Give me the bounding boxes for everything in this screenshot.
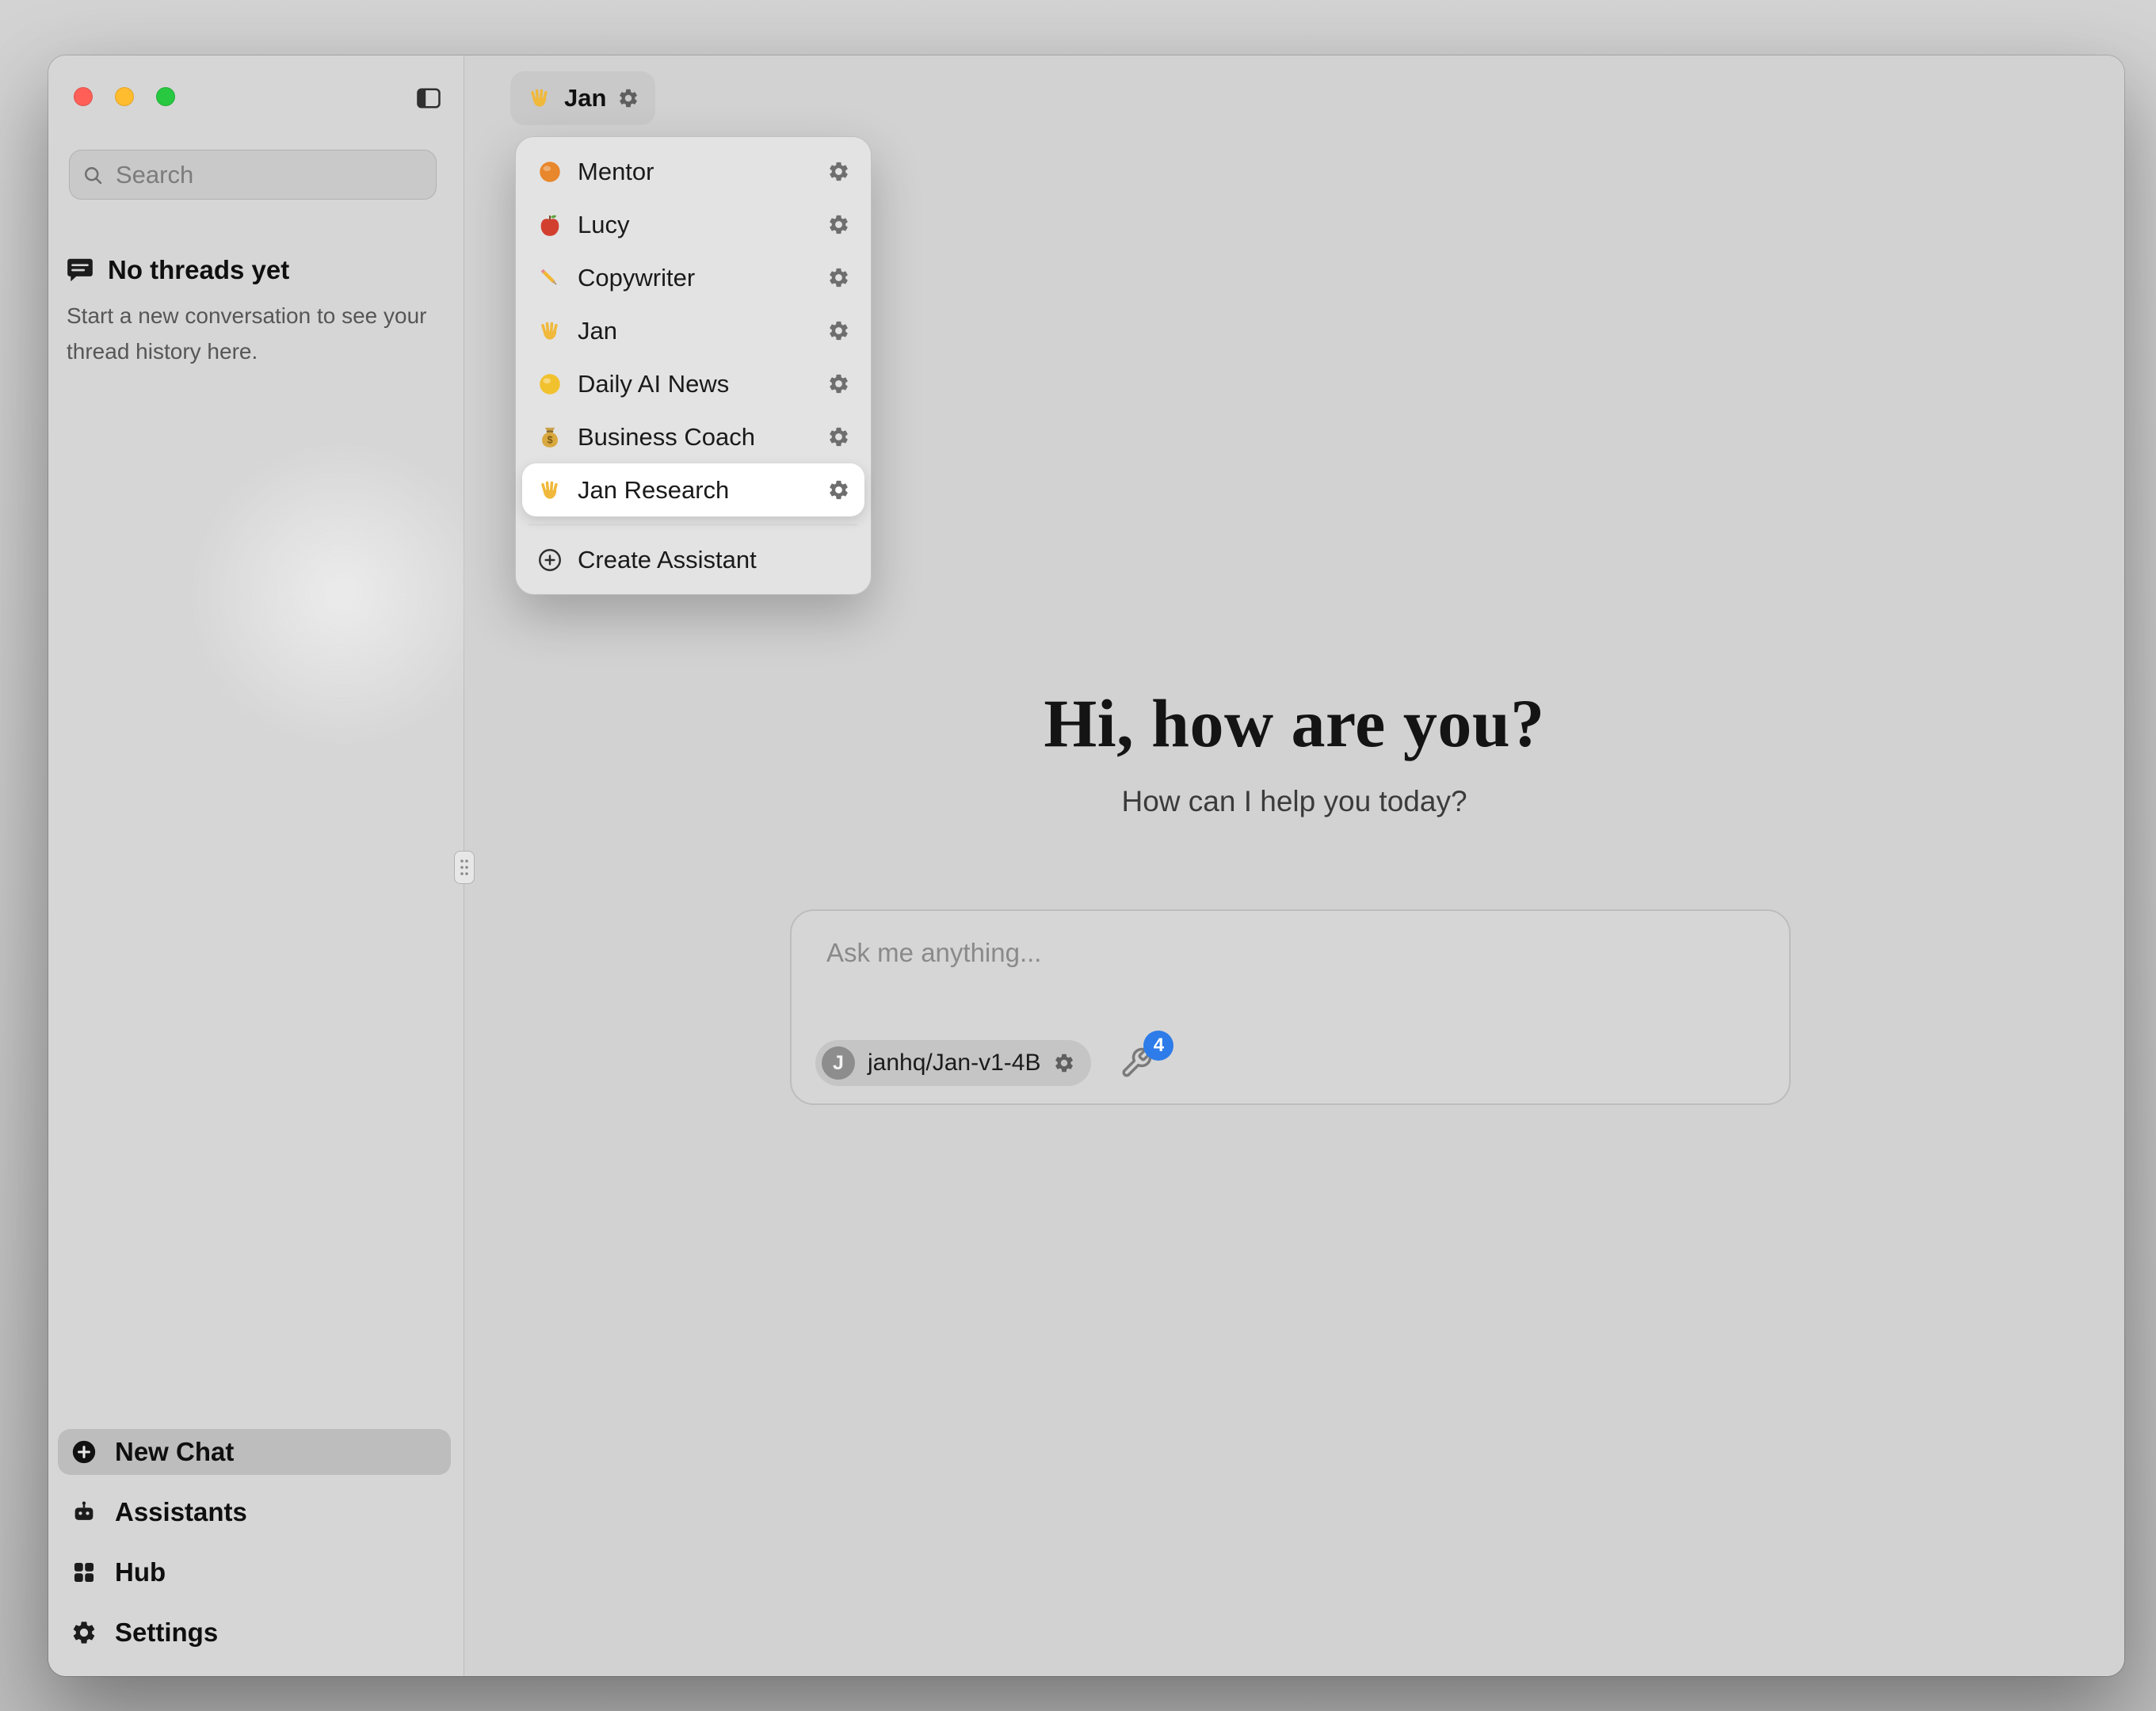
plus-circle-icon [71, 1439, 97, 1465]
sidebar-item-label: Assistants [115, 1497, 247, 1527]
gear-icon[interactable] [827, 478, 850, 501]
model-avatar: J [822, 1046, 855, 1080]
gear-icon[interactable] [617, 87, 639, 109]
assistant-menu-item-daily-ai-news[interactable]: Daily AI News [522, 357, 864, 410]
gear-icon [71, 1619, 97, 1646]
gear-icon[interactable] [827, 319, 850, 342]
sidebar: No threads yet Start a new conversation … [48, 55, 464, 1676]
gear-icon[interactable] [827, 425, 850, 448]
model-selector[interactable]: J janhq/Jan-v1-4B [815, 1040, 1091, 1086]
assistant-menu-item-copywriter[interactable]: Copywriter [522, 251, 864, 304]
search-box [69, 150, 437, 200]
sidebar-toggle-icon[interactable] [413, 82, 445, 114]
assistant-selector[interactable]: Jan [510, 71, 655, 125]
greeting: Hi, how are you? How can I help you toda… [464, 684, 2124, 818]
close-button[interactable] [74, 87, 93, 106]
assistant-menu: Mentor Lucy [515, 136, 872, 595]
apple-icon [536, 211, 563, 238]
sidebar-item-settings[interactable]: Settings [58, 1610, 451, 1656]
sidebar-item-new-chat[interactable]: New Chat [58, 1429, 451, 1475]
sidebar-nav: New Chat Assistants H [58, 1429, 451, 1656]
sidebar-resize-handle[interactable] [454, 851, 475, 884]
tools-button[interactable]: 4 [1120, 1046, 1153, 1080]
assistant-menu-item-label: Daily AI News [578, 370, 729, 398]
sidebar-item-hub[interactable]: Hub [58, 1549, 451, 1595]
gear-icon[interactable] [827, 213, 850, 236]
assistant-menu-item-jan-research[interactable]: Jan Research [522, 463, 864, 516]
hub-grid-icon [71, 1559, 97, 1586]
wave-hand-icon [526, 85, 553, 112]
model-name: janhq/Jan-v1-4B [868, 1050, 1040, 1077]
assistant-menu-item-label: Business Coach [578, 423, 755, 452]
chat-input[interactable] [820, 932, 1739, 1004]
menu-separator [529, 524, 858, 525]
money-bag-icon: $ [536, 424, 563, 451]
assistant-menu-item-label: Copywriter [578, 264, 695, 292]
minimize-button[interactable] [115, 87, 134, 106]
assistant-menu-item-label: Jan [578, 317, 617, 345]
tools-count-badge: 4 [1143, 1031, 1173, 1061]
create-assistant-label: Create Assistant [578, 546, 757, 574]
assistants-icon [71, 1499, 97, 1526]
search-icon [81, 163, 105, 187]
greeting-subtitle: How can I help you today? [464, 785, 2124, 818]
assistant-menu-item-label: Lucy [578, 211, 629, 239]
app-window: No threads yet Start a new conversation … [48, 55, 2124, 1676]
current-assistant-name: Jan [564, 84, 606, 112]
gear-icon[interactable] [827, 160, 850, 183]
pencil-icon [536, 265, 563, 292]
empty-state-title: No threads yet [108, 255, 289, 285]
greeting-title: Hi, how are you? [464, 684, 2124, 763]
sidebar-item-label: Settings [115, 1618, 218, 1648]
orange-circle-icon [536, 158, 563, 185]
wave-hand-icon [536, 318, 563, 345]
sidebar-item-label: Hub [115, 1557, 166, 1587]
create-assistant-button[interactable]: Create Assistant [522, 533, 864, 586]
assistant-menu-item-jan[interactable]: Jan [522, 304, 864, 357]
svg-text:$: $ [547, 433, 552, 445]
sidebar-item-label: New Chat [115, 1437, 234, 1467]
plus-circle-outline-icon [536, 547, 563, 574]
assistant-menu-item-label: Jan Research [578, 476, 729, 505]
window-controls [74, 87, 175, 106]
gear-icon[interactable] [827, 372, 850, 395]
assistant-menu-item-mentor[interactable]: Mentor [522, 145, 864, 198]
sidebar-blur-blob [183, 436, 500, 753]
assistant-menu-item-business-coach[interactable]: $ Business Coach [522, 410, 864, 463]
gear-icon[interactable] [1053, 1052, 1075, 1074]
composer: J janhq/Jan-v1-4B 4 [790, 909, 1791, 1105]
threads-empty-state: No threads yet Start a new conversation … [65, 255, 437, 369]
main-area: Jan Mentor Lucy [464, 55, 2124, 1676]
wave-hand-icon [536, 477, 563, 504]
gear-icon[interactable] [827, 266, 850, 289]
yellow-circle-icon [536, 371, 563, 398]
sidebar-item-assistants[interactable]: Assistants [58, 1489, 451, 1535]
search-input[interactable] [114, 160, 425, 190]
empty-state-description: Start a new conversation to see your thr… [65, 298, 437, 369]
assistant-menu-item-lucy[interactable]: Lucy [522, 198, 864, 251]
zoom-button[interactable] [156, 87, 175, 106]
assistant-menu-item-label: Mentor [578, 158, 654, 186]
chat-bubble-icon [65, 255, 95, 285]
